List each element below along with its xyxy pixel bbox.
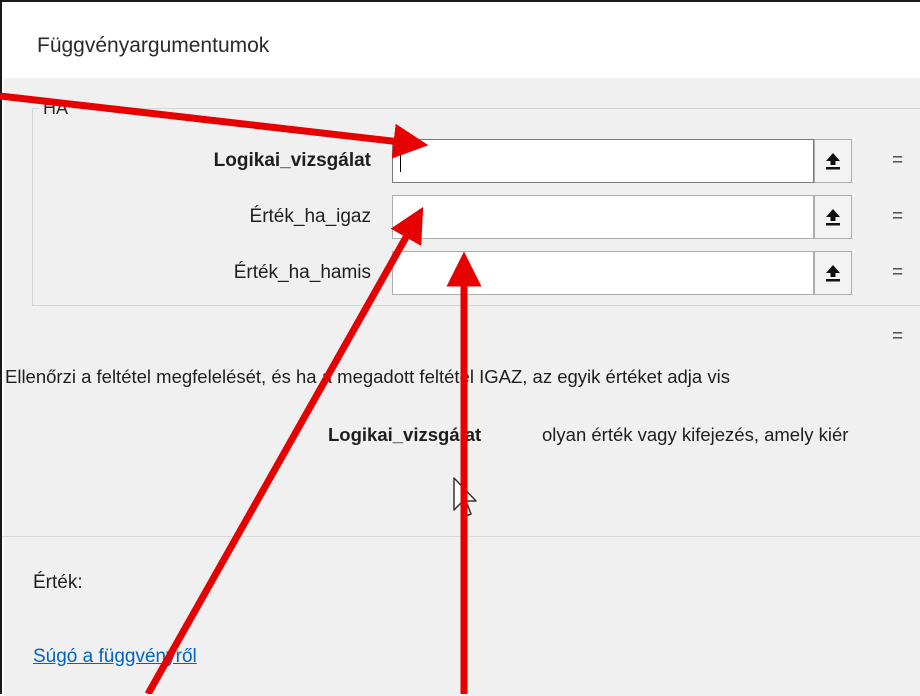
annotation-arrow-1 xyxy=(0,92,429,159)
annotation-arrow-2 xyxy=(144,206,424,694)
annotation-arrows xyxy=(0,92,482,694)
